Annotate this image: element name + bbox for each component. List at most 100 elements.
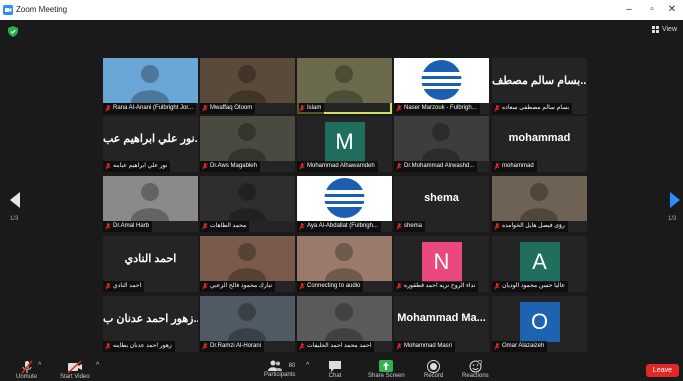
chat-button[interactable]: Chat: [328, 360, 342, 379]
reactions-button[interactable]: Reactions: [462, 360, 489, 379]
person-silhouette-icon: [228, 243, 266, 281]
participants-chevron-icon[interactable]: ^: [306, 362, 309, 369]
participant-tile[interactable]: shema shema: [394, 176, 489, 232]
page-indicator-right: 1/3: [668, 216, 677, 222]
participant-name: بسام سالم مصطفى سعاده: [502, 105, 570, 111]
previous-page-icon[interactable]: [10, 192, 20, 208]
participant-tile[interactable]: Dr.Ramzi Al-Horani: [200, 296, 295, 352]
participants-label: Participants: [264, 372, 296, 378]
muted-microphone-icon: [396, 105, 402, 112]
participant-name: Mohammad Masri: [404, 343, 453, 349]
chat-icon: [329, 361, 341, 372]
participant-name: رؤى فيصل هايل الخوامده: [502, 223, 565, 229]
record-label: Record: [424, 373, 444, 379]
participant-video: [200, 236, 295, 281]
participant-tile[interactable]: Dr.Mohammad Alrwashd...: [394, 116, 489, 172]
person-silhouette-icon: [520, 183, 558, 221]
participant-name: Islam: [307, 105, 322, 111]
minimize-icon[interactable]: –: [620, 3, 638, 17]
participant-display-name: mohammad: [508, 132, 571, 144]
participant-tile[interactable]: mohammad mohammad: [492, 116, 587, 172]
participant-name: Connecting to audio: [307, 283, 361, 289]
title-bar: Zoom Meeting – ▫ ✕: [0, 0, 683, 20]
participant-tile[interactable]: A عاليا حسن محمود الوديان: [492, 236, 587, 292]
muted-microphone-icon: [494, 105, 500, 112]
participant-tile[interactable]: Dr.Amal Harb: [103, 176, 198, 232]
participant-tile[interactable]: Connecting to audio: [297, 236, 392, 292]
participant-tile[interactable]: Rana Al-Anani (Fulbright Jor...: [103, 58, 198, 114]
audio-options-chevron-icon[interactable]: ^: [38, 362, 41, 369]
participant-tile[interactable]: احمد النادي احمد النادي: [103, 236, 198, 292]
next-page-icon[interactable]: [670, 192, 680, 208]
participant-tile[interactable]: Dr.Aws Magableh: [200, 116, 295, 172]
participants-icon: [268, 360, 283, 371]
muted-microphone-icon: [105, 163, 111, 170]
participants-button[interactable]: 80 Participants: [264, 360, 295, 378]
view-button[interactable]: View: [651, 26, 677, 33]
muted-microphone-icon: [494, 163, 500, 170]
muted-microphone-icon: [105, 223, 111, 230]
avatar-initial: N: [433, 249, 450, 274]
participant-name-label: رؤى فيصل هايل الخوامده: [492, 221, 568, 232]
participant-tile[interactable]: بسام سالم مصطف... بسام سالم مصطفى سعاده: [492, 58, 587, 114]
encryption-shield-icon[interactable]: [8, 26, 18, 37]
participant-name-label: Omar Alazaizeh: [492, 341, 548, 352]
muted-microphone-icon: [105, 105, 111, 112]
muted-microphone-icon: [299, 105, 305, 112]
person-silhouette-icon: [131, 65, 169, 103]
participant-tile[interactable]: Mohammad Ma... Mohammad Masri: [394, 296, 489, 352]
muted-microphone-icon: [202, 223, 208, 230]
share-screen-button[interactable]: Share Screen: [368, 360, 405, 379]
page-indicator-left: 1/3: [10, 216, 19, 222]
participant-name: Dr.Ramzi Al-Horani: [210, 343, 262, 349]
participant-tile[interactable]: N نداء الروح نزيه احمد قطقوره: [394, 236, 489, 292]
start-video-button[interactable]: Start Video: [60, 360, 90, 380]
participant-name-label: Dr.Amal Harb: [103, 221, 153, 232]
participant-name: احمد النادي: [113, 283, 142, 289]
participant-name-label: mohammad: [492, 161, 537, 172]
reactions-label: Reactions: [462, 373, 489, 379]
view-label: View: [661, 26, 677, 33]
muted-microphone-icon: [396, 163, 402, 170]
meeting-topbar: View: [0, 20, 683, 42]
participant-tile[interactable]: Islam: [297, 58, 392, 114]
person-silhouette-icon: [228, 303, 266, 341]
participant-name-label: Connecting to audio: [297, 281, 364, 292]
participant-tile[interactable]: Mwaffaq Otoom: [200, 58, 295, 114]
participant-tile[interactable]: رؤى فيصل هايل الخوامده: [492, 176, 587, 232]
participant-tile[interactable]: Naser Marzouk - Fulbrigh...: [394, 58, 489, 114]
participant-name-label: Mwaffaq Otoom: [200, 103, 256, 114]
participant-avatar: O: [519, 302, 560, 342]
participant-tile[interactable]: محمد الطاهات: [200, 176, 295, 232]
participant-display-name: زهور احمد عدنان ب...: [103, 313, 198, 325]
person-silhouette-icon: [422, 123, 460, 161]
participant-tile[interactable]: O Omar Alazaizeh: [492, 296, 587, 352]
participant-name-label: Dr.Aws Magableh: [200, 161, 260, 172]
person-silhouette-icon: [131, 183, 169, 221]
avatar-initial: O: [530, 309, 549, 334]
participant-tile[interactable]: زهور احمد عدنان ب... زهور احمد عدنان بطاي…: [103, 296, 198, 352]
participant-tile[interactable]: تبارك محمود فالح الزعبي: [200, 236, 295, 292]
unmute-button[interactable]: Unmute: [16, 360, 37, 380]
muted-microphone-icon: [494, 343, 500, 350]
participant-video: [200, 296, 295, 341]
muted-microphone-icon: [494, 283, 500, 290]
participant-tile[interactable]: Aya Al-Abdallat (Fulbrigh...: [297, 176, 392, 232]
maximize-icon[interactable]: ▫: [643, 3, 661, 17]
participant-name: Rana Al-Anani (Fulbright Jor...: [113, 105, 194, 111]
close-icon[interactable]: ✕: [663, 3, 681, 17]
participant-name-label: shema: [394, 221, 426, 232]
participant-name-label: نداء الروح نزيه احمد قطقوره: [394, 281, 479, 292]
meeting-toolbar: Unmute ^ Start Video ^ 80 Participants ^…: [0, 356, 683, 381]
muted-microphone-icon: [202, 283, 208, 290]
video-options-chevron-icon[interactable]: ^: [96, 362, 99, 369]
participant-tile[interactable]: M Mohammad Alhawamdeh: [297, 116, 392, 172]
leave-button[interactable]: Leave: [645, 364, 679, 377]
participant-video: [394, 116, 489, 161]
participant-tile[interactable]: نور علي ابراهيم عب... نور علي ابراهيم عبا…: [103, 116, 198, 172]
start-video-label: Start Video: [60, 374, 90, 380]
share-screen-icon: [379, 360, 394, 372]
reactions-smiley-icon: [469, 360, 482, 373]
record-button[interactable]: Record: [424, 360, 443, 379]
participant-tile[interactable]: احمد محمد احمد الخليفات: [297, 296, 392, 352]
